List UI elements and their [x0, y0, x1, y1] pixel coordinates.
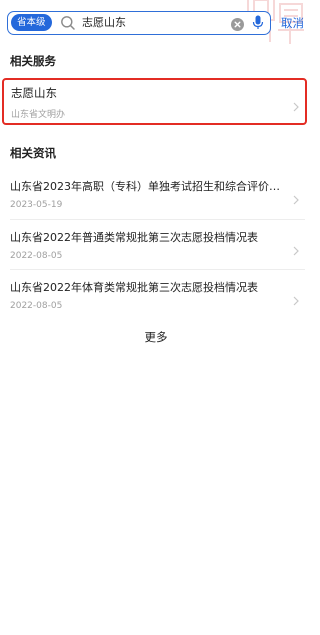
divider: [10, 219, 305, 220]
news-date: 2022-08-05: [10, 251, 63, 261]
more-link[interactable]: 更多: [0, 329, 312, 345]
news-date: 2023-05-19: [10, 200, 63, 210]
chevron-right-icon: [293, 291, 299, 306]
divider: [10, 269, 305, 270]
news-title: 山东省2022年体育类常规批第三次志愿投档情况表: [10, 281, 258, 294]
scope-chip[interactable]: 省本级: [11, 14, 52, 31]
news-title: 山东省2023年高职（专科）单独考试招生和综合评价招…: [10, 180, 286, 193]
service-name: 志愿山东: [11, 86, 57, 100]
search-input[interactable]: 志愿山东: [82, 12, 232, 33]
news-item[interactable]: 山东省2023年高职（专科）单独考试招生和综合评价招… 2023-05-19: [0, 178, 312, 222]
news-title: 山东省2022年普通类常规批第三次志愿投档情况表: [10, 231, 258, 244]
news-heading: 相关资讯: [10, 146, 56, 160]
news-date: 2022-08-05: [10, 301, 63, 311]
news-item[interactable]: 山东省2022年体育类常规批第三次志愿投档情况表 2022-08-05: [0, 279, 312, 323]
chevron-right-icon: [293, 97, 299, 112]
cancel-button[interactable]: 取消: [281, 13, 304, 33]
chevron-right-icon: [293, 190, 299, 205]
service-card[interactable]: 志愿山东 山东省文明办: [2, 78, 307, 125]
microphone-icon[interactable]: [252, 15, 264, 30]
search-bar[interactable]: 省本级 志愿山东: [7, 11, 271, 35]
clear-icon[interactable]: [231, 16, 244, 31]
search-icon: [60, 15, 76, 31]
news-item[interactable]: 山东省2022年普通类常规批第三次志愿投档情况表 2022-08-05: [0, 229, 312, 273]
services-heading: 相关服务: [10, 54, 56, 68]
chevron-right-icon: [293, 241, 299, 256]
service-org: 山东省文明办: [11, 110, 66, 120]
